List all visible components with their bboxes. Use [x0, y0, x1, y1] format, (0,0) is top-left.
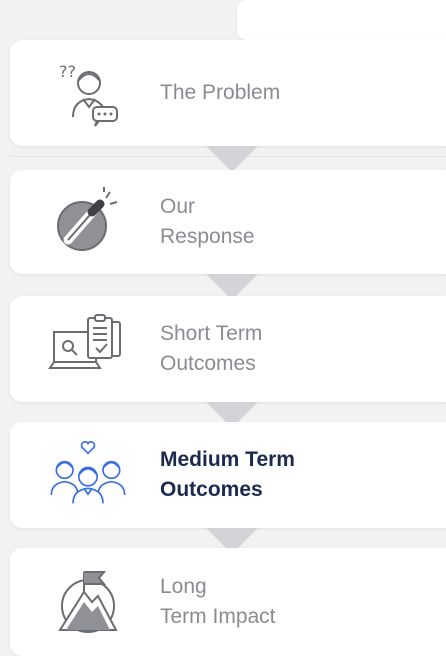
step-label: The Problem — [160, 81, 281, 104]
svg-text:??: ?? — [59, 62, 76, 81]
magic-wand-icon — [48, 182, 128, 262]
step-label: Long Term Impact — [160, 575, 276, 628]
step-label: Medium Term Outcomes — [160, 448, 295, 501]
step-the-problem[interactable]: ?? The Problem — [10, 40, 446, 146]
chevron-down-arrow — [206, 146, 258, 172]
person-question-icon: ?? — [48, 53, 128, 133]
people-group-heart-icon — [48, 430, 128, 510]
step-label: Our Response — [160, 195, 255, 248]
step-medium-term-outcomes[interactable]: Medium Term Outcomes — [10, 422, 446, 528]
step-short-term-outcomes[interactable]: Short Term Outcomes — [10, 296, 446, 402]
step-label: Short Term Outcomes — [160, 322, 263, 375]
step-list: ?? The Problem Our Response Short Term O… — [0, 0, 446, 656]
step-our-response[interactable]: Our Response — [10, 170, 446, 274]
step-long-term-impact[interactable]: Long Term Impact — [10, 548, 446, 656]
clipboard-search-icon — [48, 308, 128, 388]
mountain-flag-icon — [48, 562, 128, 642]
